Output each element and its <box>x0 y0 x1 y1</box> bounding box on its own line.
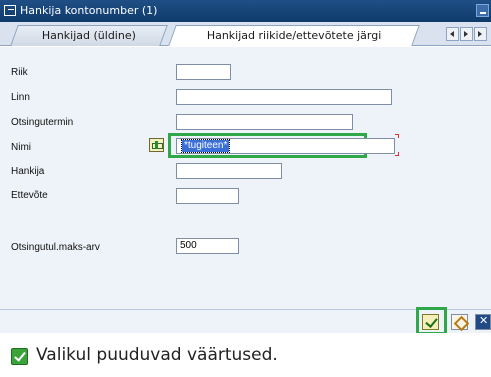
search-form: Riik Linn Otsingutermin Nimi *tugiteen* … <box>0 47 491 310</box>
title-bar[interactable]: Hankija kontonumber (1) <box>0 0 491 22</box>
city-input[interactable] <box>176 89 392 105</box>
tab-vendors-by-country[interactable]: Hankijad riikide/ettevõtete järgi <box>168 25 420 46</box>
status-bar: Valikul puuduvad väärtused. <box>0 333 491 377</box>
tab-vendors-general[interactable]: Hankijad (üldine) <box>10 25 168 46</box>
vendor-input[interactable] <box>176 163 282 179</box>
tab-scroll-right-icon[interactable] <box>460 27 473 41</box>
multiple-selection-icon[interactable] <box>149 138 164 152</box>
tab-strip: Hankijad (üldine) Hankijad riikide/ettev… <box>0 22 491 46</box>
confirm-icon[interactable] <box>422 314 439 330</box>
minimize-icon[interactable] <box>476 4 489 17</box>
status-ok-icon <box>11 348 28 365</box>
required-corner-top <box>395 134 399 138</box>
name-value: *tugiteen* <box>180 139 231 153</box>
label-company: Ettevõte <box>11 190 48 201</box>
tab-list-icon[interactable] <box>474 27 487 41</box>
cancel-icon[interactable] <box>475 314 491 330</box>
label-city: Linn <box>11 92 30 103</box>
label-search-term: Otsingutermin <box>11 117 74 128</box>
tab-scroll-left-icon[interactable] <box>446 27 459 41</box>
window-icon <box>4 5 16 16</box>
label-max-hits: Otsingutul.maks-arv <box>11 242 100 253</box>
multi-select-icon[interactable] <box>451 314 468 330</box>
label-country: Riik <box>11 67 28 78</box>
button-bar <box>0 307 491 335</box>
label-name: Nimi <box>11 142 31 153</box>
max-hits-input[interactable]: 500 <box>176 238 239 254</box>
company-input[interactable] <box>176 188 239 204</box>
status-message: Valikul puuduvad väärtused. <box>36 345 278 365</box>
window-title: Hankija kontonumber (1) <box>20 4 158 17</box>
search-term-input[interactable] <box>176 114 353 130</box>
name-input[interactable]: *tugiteen* <box>176 138 395 154</box>
country-input[interactable] <box>176 64 231 80</box>
label-vendor: Hankija <box>11 166 45 177</box>
required-corner-bottom <box>395 152 399 156</box>
search-help-dialog: Hankija kontonumber (1) Hankijad (üldine… <box>0 0 491 335</box>
